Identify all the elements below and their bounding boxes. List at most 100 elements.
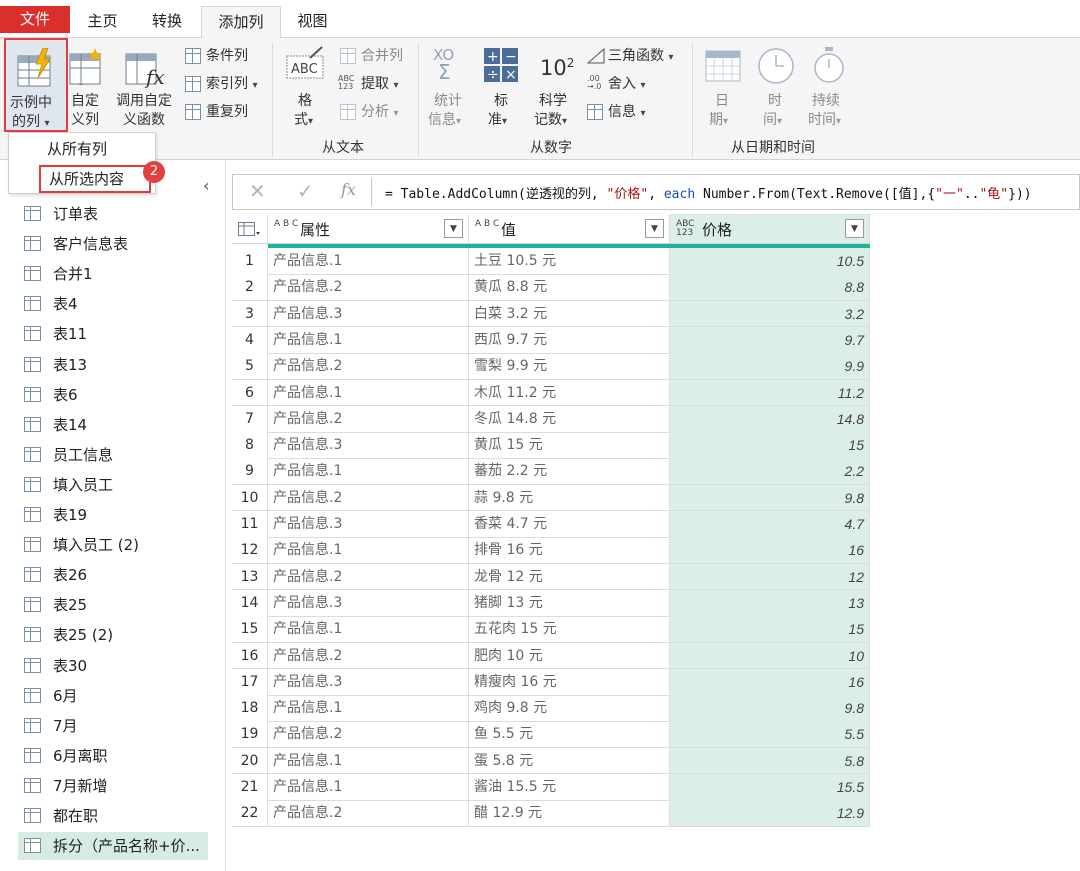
attribute-cell[interactable]: 产品信息.1	[268, 379, 469, 407]
column-header-price[interactable]: ABC 123 价格 ▼	[670, 214, 870, 244]
price-cell[interactable]: 3.2	[670, 300, 870, 328]
attribute-cell[interactable]: 产品信息.2	[268, 800, 469, 828]
query-item[interactable]: 6月离职	[18, 742, 208, 770]
query-item[interactable]: 表19	[18, 501, 208, 529]
price-cell[interactable]: 12.9	[670, 800, 870, 828]
value-cell[interactable]: 肥肉 10 元	[469, 642, 670, 670]
row-number-cell[interactable]: 12	[232, 537, 268, 565]
invoke-function-label-2[interactable]: 义函数	[123, 111, 165, 129]
price-cell[interactable]: 9.7	[670, 326, 870, 354]
attribute-cell[interactable]: 产品信息.1	[268, 747, 469, 775]
query-item[interactable]: 6月	[18, 682, 208, 710]
price-cell[interactable]: 10.5	[670, 248, 870, 275]
query-item[interactable]: 表13	[18, 351, 208, 379]
value-cell[interactable]: 蒜 9.8 元	[469, 484, 670, 512]
price-cell[interactable]: 2.2	[670, 458, 870, 486]
format-label-1[interactable]: 格	[298, 92, 312, 110]
value-cell[interactable]: 黄瓜 8.8 元	[469, 274, 670, 302]
attribute-cell[interactable]: 产品信息.3	[268, 300, 469, 328]
price-cell[interactable]: 8.8	[670, 274, 870, 302]
attribute-cell[interactable]: 产品信息.1	[268, 458, 469, 486]
value-cell[interactable]: 精瘦肉 16 元	[469, 668, 670, 696]
column-header-attribute[interactable]: A B C 属性 ▼	[268, 214, 469, 244]
scientific-label-1[interactable]: 科学	[539, 92, 567, 110]
query-item[interactable]: 客户信息表	[18, 230, 208, 258]
row-number-cell[interactable]: 3	[232, 300, 268, 328]
duration-label-2[interactable]: 时间	[808, 112, 836, 128]
standard-label-1[interactable]: 标	[494, 92, 508, 110]
value-cell[interactable]: 香菜 4.7 元	[469, 511, 670, 538]
row-number-cell[interactable]: 15	[232, 616, 268, 643]
row-number-cell[interactable]: 5	[232, 353, 268, 380]
attribute-cell[interactable]: 产品信息.2	[268, 563, 469, 591]
query-item[interactable]: 表25	[18, 591, 208, 619]
value-cell[interactable]: 土豆 10.5 元	[469, 248, 670, 275]
value-cell[interactable]: 白菜 3.2 元	[469, 300, 670, 328]
query-item[interactable]: 员工信息	[18, 441, 208, 469]
price-cell[interactable]: 5.5	[670, 721, 870, 749]
query-item[interactable]: 表14	[18, 411, 208, 439]
menu-item-from-all-columns[interactable]: 从所有列	[9, 135, 155, 163]
trig-button[interactable]: 三角函数	[608, 48, 664, 64]
query-item[interactable]: 表26	[18, 561, 208, 589]
value-cell[interactable]: 雪梨 9.9 元	[469, 353, 670, 380]
attribute-cell[interactable]: 产品信息.3	[268, 432, 469, 459]
price-cell[interactable]: 10	[670, 642, 870, 670]
price-cell[interactable]: 11.2	[670, 379, 870, 407]
query-item[interactable]: 拆分（产品名称+价...	[18, 832, 208, 861]
merge-columns-button[interactable]: 合并列	[361, 47, 403, 65]
tab-home[interactable]: 主页	[80, 6, 125, 38]
attribute-cell[interactable]: 产品信息.1	[268, 248, 469, 275]
value-cell[interactable]: 黄瓜 15 元	[469, 432, 670, 459]
date-label-1[interactable]: 日	[715, 92, 729, 110]
query-item[interactable]: 表4	[18, 290, 208, 318]
query-item[interactable]: 合并1	[18, 260, 208, 288]
value-cell[interactable]: 木瓜 11.2 元	[469, 379, 670, 407]
attribute-cell[interactable]: 产品信息.2	[268, 405, 469, 433]
price-cell[interactable]: 9.8	[670, 695, 870, 722]
value-cell[interactable]: 鸡肉 9.8 元	[469, 695, 670, 722]
row-number-cell[interactable]: 4	[232, 326, 268, 354]
time-label-2[interactable]: 间	[763, 112, 777, 128]
attribute-cell[interactable]: 产品信息.2	[268, 721, 469, 749]
value-cell[interactable]: 猪脚 13 元	[469, 589, 670, 617]
attribute-cell[interactable]: 产品信息.2	[268, 274, 469, 302]
value-cell[interactable]: 西瓜 9.7 元	[469, 326, 670, 354]
query-item[interactable]: 7月	[18, 712, 208, 740]
attribute-cell[interactable]: 产品信息.1	[268, 616, 469, 643]
query-item[interactable]: 都在职	[18, 802, 208, 830]
extract-button[interactable]: 提取	[361, 76, 389, 92]
row-number-cell[interactable]: 10	[232, 484, 268, 512]
statistics-label-1[interactable]: 统计	[434, 92, 462, 110]
attribute-cell[interactable]: 产品信息.2	[268, 484, 469, 512]
format-label-2[interactable]: 式	[294, 112, 308, 128]
value-cell[interactable]: 蕃茄 2.2 元	[469, 458, 670, 486]
query-item[interactable]: 表30	[18, 652, 208, 680]
custom-column-label-2[interactable]: 义列	[71, 111, 99, 129]
tab-transform[interactable]: 转换	[143, 6, 191, 38]
attribute-cell[interactable]: 产品信息.3	[268, 668, 469, 696]
row-number-cell[interactable]: 2	[232, 274, 268, 302]
price-cell[interactable]: 15	[670, 616, 870, 643]
query-item[interactable]: 填入员工	[18, 471, 208, 499]
invoke-function-label-1[interactable]: 调用自定	[116, 92, 172, 110]
value-cell[interactable]: 蛋 5.8 元	[469, 747, 670, 775]
attribute-cell[interactable]: 产品信息.1	[268, 774, 469, 801]
price-cell[interactable]: 15	[670, 432, 870, 459]
time-label-1[interactable]: 时	[768, 92, 782, 110]
price-cell[interactable]: 16	[670, 668, 870, 696]
price-cell[interactable]: 4.7	[670, 511, 870, 538]
row-number-cell[interactable]: 9	[232, 458, 268, 486]
row-number-cell[interactable]: 16	[232, 642, 268, 670]
price-cell[interactable]: 9.8	[670, 484, 870, 512]
value-cell[interactable]: 五花肉 15 元	[469, 616, 670, 643]
table-corner-menu[interactable]	[232, 214, 268, 244]
menu-item-from-selection[interactable]: 从所选内容	[39, 165, 151, 193]
filter-dropdown-icon[interactable]: ▼	[645, 219, 664, 238]
custom-column-label-1[interactable]: 自定	[71, 92, 99, 110]
value-cell[interactable]: 龙骨 12 元	[469, 563, 670, 591]
parse-button[interactable]: 分析	[361, 104, 389, 120]
price-cell[interactable]: 12	[670, 563, 870, 591]
rounding-button[interactable]: 舍入	[608, 76, 636, 92]
value-cell[interactable]: 冬瓜 14.8 元	[469, 405, 670, 433]
